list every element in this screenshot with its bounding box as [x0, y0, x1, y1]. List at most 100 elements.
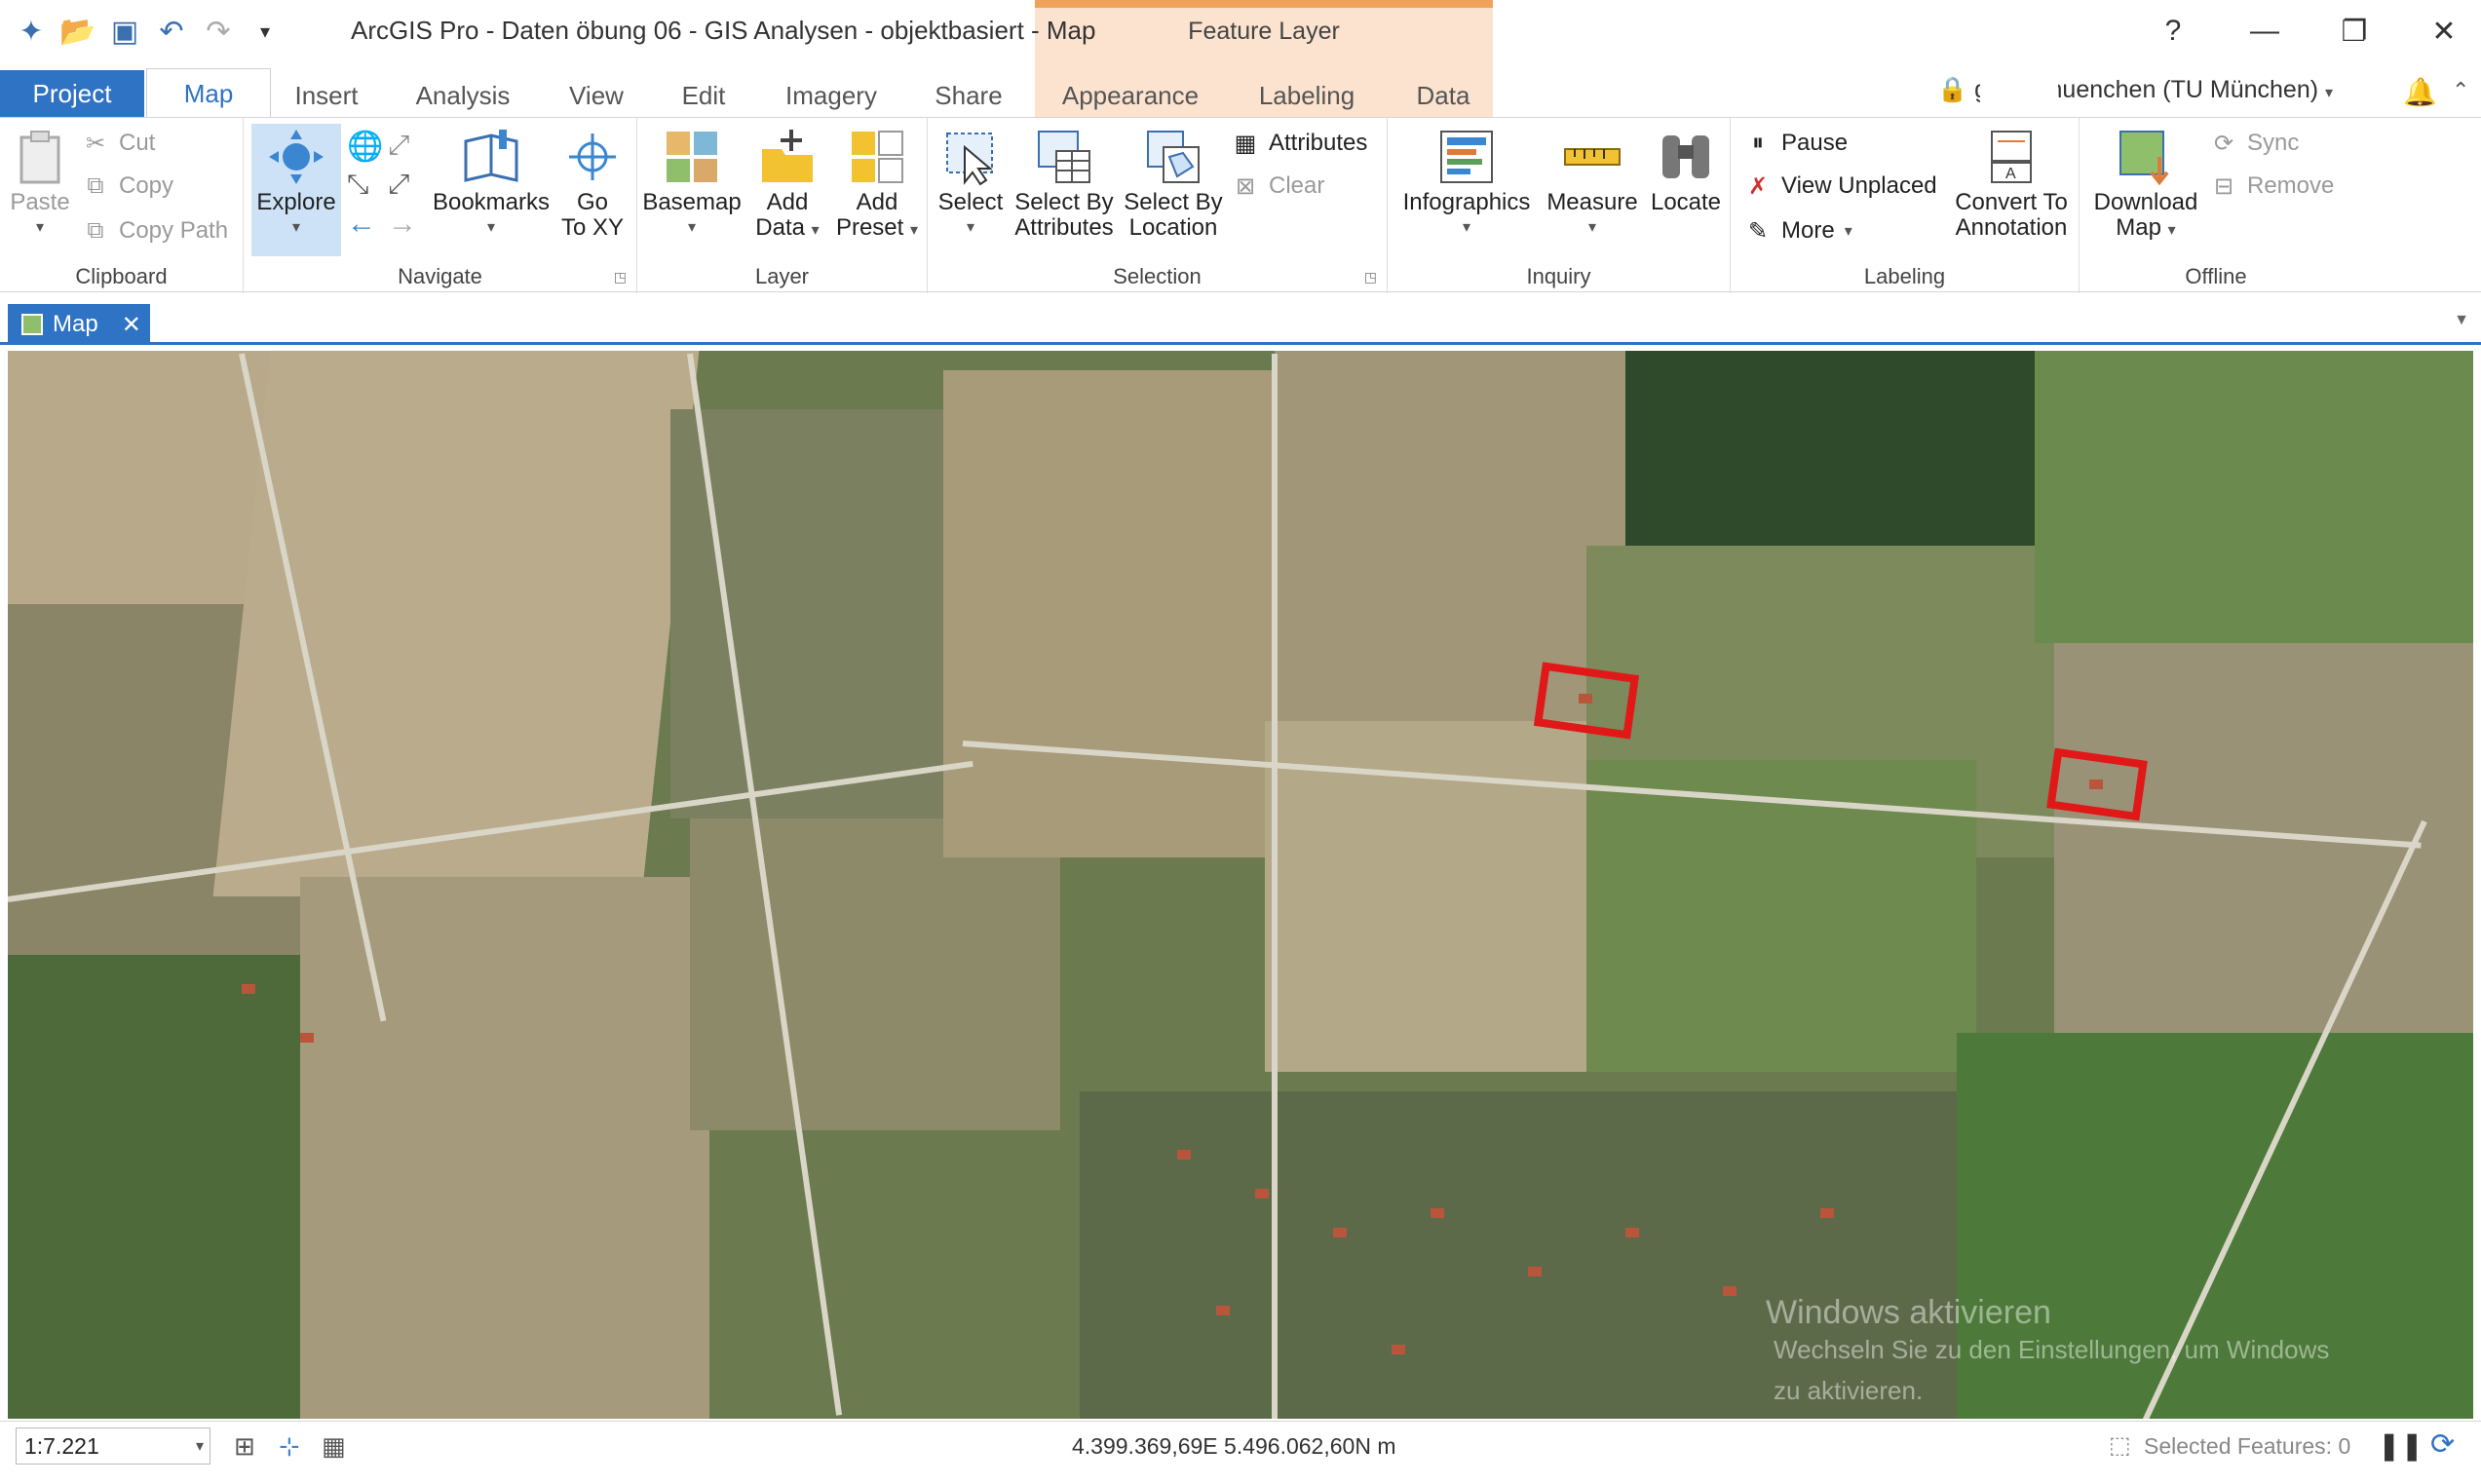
minimize-button[interactable]: —	[2235, 12, 2294, 51]
pause-icon: ⏸	[1752, 130, 1764, 156]
building	[1723, 1286, 1737, 1296]
group-offline: Download Map ▾ ⟳ Sync ⊟ Remove Offline	[2080, 118, 2352, 293]
sync-button[interactable]: ⟳ Sync	[2210, 130, 2299, 157]
infographics-button[interactable]: Infographics ▾	[1395, 128, 1538, 241]
tab-analysis[interactable]: Analysis	[409, 74, 516, 117]
tab-edit[interactable]: Edit	[672, 74, 735, 117]
copy-button[interactable]: ⧉ Copy	[82, 172, 173, 200]
close-button[interactable]: ✕	[2415, 12, 2473, 51]
tab-imagery[interactable]: Imagery	[780, 74, 883, 117]
previous-extent-icon[interactable]: ←	[347, 208, 376, 241]
tab-appearance[interactable]: Appearance	[1058, 74, 1202, 117]
explore-button[interactable]: Explore ▾	[251, 124, 341, 256]
lock-icon: 🔒	[1937, 76, 1968, 103]
group-label-navigate: Navigate	[398, 264, 482, 288]
tab-insert[interactable]: Insert	[283, 74, 370, 117]
remove-icon: ⊟	[2213, 172, 2234, 200]
building	[2089, 780, 2103, 789]
building	[1333, 1228, 1347, 1237]
fixed-zoom-out-icon[interactable]: ⤢	[388, 169, 409, 201]
building	[1528, 1267, 1542, 1276]
notifications-icon[interactable]: 🔔	[2403, 76, 2437, 108]
redo-icon[interactable]: ↷	[201, 14, 236, 49]
activation-watermark-text: Wechseln Sie zu den Einstellungen, um Wi…	[1774, 1335, 2330, 1364]
field	[300, 877, 709, 1419]
copy-path-icon: ⧉	[87, 217, 104, 244]
help-button[interactable]: ?	[2144, 12, 2202, 51]
tab-map[interactable]: Map	[146, 68, 271, 119]
paste-button[interactable]: Paste ▾	[6, 128, 74, 241]
field	[8, 955, 300, 1419]
building	[1255, 1189, 1269, 1199]
select-button[interactable]: Select ▾	[934, 128, 1008, 241]
building	[1216, 1306, 1230, 1315]
add-preset-button[interactable]: Add Preset ▾	[830, 128, 924, 244]
building	[242, 984, 255, 994]
view-unplaced-button[interactable]: ✗ View Unplaced	[1744, 172, 1937, 200]
locate-button[interactable]: Locate	[1645, 128, 1727, 215]
group-selection: Select ▾ Select By Attributes Select By …	[928, 118, 1388, 293]
collapse-ribbon-icon[interactable]: ⌃	[2452, 78, 2469, 103]
basemap-button[interactable]: Basemap ▾	[642, 128, 742, 241]
group-label-layer: Layer	[754, 264, 810, 288]
close-icon[interactable]: ✕	[122, 311, 141, 339]
copy-icon: ⧉	[87, 172, 104, 199]
remove-button[interactable]: ⊟ Remove	[2210, 172, 2334, 200]
tab-map-view[interactable]: Map ✕	[8, 304, 150, 345]
attributes-button[interactable]: ▦ Attributes	[1232, 130, 1368, 157]
table-icon: ▦	[1234, 130, 1257, 157]
zoom-to-selection-icon[interactable]: ⤢	[388, 130, 409, 162]
constraints-icon[interactable]: ⊞	[234, 1431, 255, 1462]
group-label-clipboard: Clipboard	[75, 264, 168, 288]
view-tab-strip: Map ✕ ▼	[0, 298, 2481, 345]
grid-icon[interactable]: ▦	[322, 1431, 346, 1462]
save-project-icon[interactable]: ▣	[107, 14, 142, 49]
next-extent-icon[interactable]: →	[388, 208, 417, 241]
restore-button[interactable]: ❐	[2325, 12, 2384, 51]
tab-view[interactable]: View	[557, 74, 635, 117]
building	[1579, 694, 1592, 704]
measure-button[interactable]: Measure ▾	[1542, 128, 1643, 241]
undo-icon[interactable]: ↶	[154, 14, 189, 49]
bookmarks-button[interactable]: Bookmarks ▾	[431, 128, 552, 241]
pencil-icon: ✎	[1747, 217, 1769, 245]
clear-selection-button[interactable]: ⊠ Clear	[1232, 172, 1324, 200]
tab-project[interactable]: Project	[0, 70, 144, 117]
road	[1272, 354, 1278, 1419]
new-project-icon[interactable]: ✦	[14, 14, 49, 49]
selection-icon: ⬚	[2109, 1432, 2131, 1459]
copy-path-button[interactable]: ⧉ Copy Path	[82, 217, 228, 245]
convert-to-annotation-button[interactable]: A Convert To Annotation	[1947, 128, 2076, 241]
tab-labeling[interactable]: Labeling	[1253, 74, 1360, 117]
dialog-launcher-icon[interactable]: ◳	[1364, 269, 1377, 285]
snapping-icon[interactable]: ⊹	[279, 1431, 300, 1462]
tab-share[interactable]: Share	[930, 74, 1008, 117]
select-by-attributes-button[interactable]: Select By Attributes	[1011, 128, 1117, 241]
scale-selector[interactable]: 1:7.221 ▾	[16, 1427, 210, 1465]
map-view[interactable]: Windows aktivieren Wechseln Sie zu den E…	[8, 351, 2473, 1419]
chevron-down-icon[interactable]: ▼	[2454, 312, 2469, 329]
open-project-icon[interactable]: 📂	[59, 14, 95, 49]
cut-button[interactable]: ✂ Cut	[82, 130, 155, 157]
refresh-icon[interactable]: ⟳	[2430, 1427, 2455, 1462]
village	[1080, 1091, 1957, 1419]
select-icon	[941, 128, 1000, 186]
pause-labeling-button[interactable]: ⏸ Pause	[1744, 130, 1848, 157]
pause-drawing-icon[interactable]: ❚❚	[2378, 1429, 2424, 1462]
building	[1625, 1228, 1639, 1237]
select-by-location-button[interactable]: Select By Location	[1121, 128, 1226, 241]
fixed-zoom-in-icon[interactable]: ⤡	[347, 169, 368, 201]
full-extent-icon[interactable]: 🌐	[347, 130, 383, 164]
clear-icon: ⊠	[1235, 172, 1256, 200]
quick-access-toolbar: ✦ 📂 ▣ ↶ ↷ ▾	[14, 14, 283, 49]
go-to-xy-button[interactable]: Go To XY	[555, 128, 630, 241]
tab-data[interactable]: Data	[1409, 74, 1477, 117]
title-bar: ✦ 📂 ▣ ↶ ↷ ▾ ArcGIS Pro - Daten öbung 06 …	[0, 0, 2481, 64]
customize-qat-icon[interactable]: ▾	[248, 14, 283, 49]
field	[2035, 351, 2473, 643]
dialog-launcher-icon[interactable]: ◳	[614, 269, 627, 285]
add-data-button[interactable]: Add Data ▾	[746, 128, 828, 244]
download-map-button[interactable]: Download Map ▾	[2087, 128, 2204, 244]
selected-features-count[interactable]: Selected Features: 0	[2144, 1433, 2350, 1460]
more-labeling-button[interactable]: ✎ More ▾	[1744, 217, 1852, 245]
